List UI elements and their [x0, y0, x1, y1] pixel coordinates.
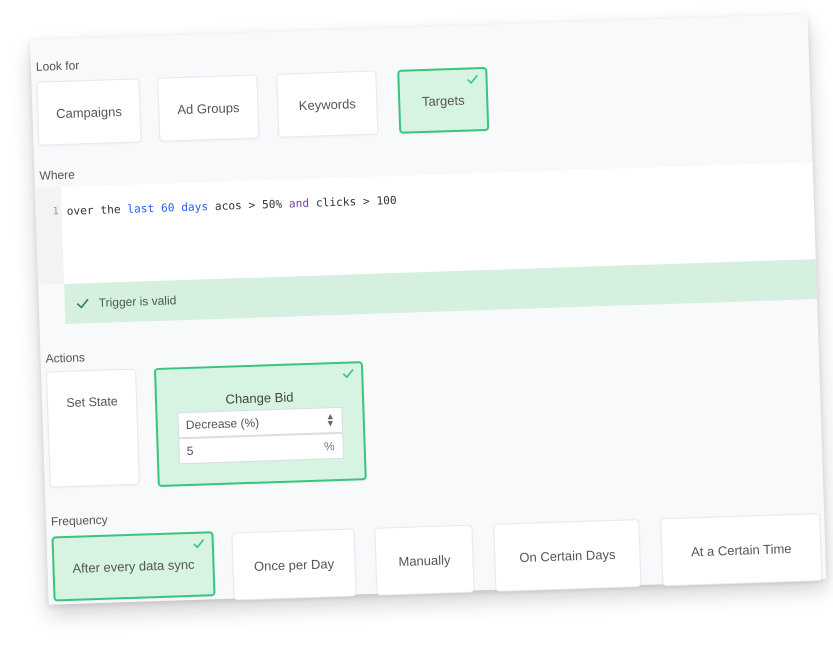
frequency-manually[interactable]: Manually: [374, 524, 475, 596]
validation-text: Trigger is valid: [98, 293, 177, 310]
automation-rule-panel: Look for Campaigns Ad Groups Keywords Ta…: [30, 14, 827, 605]
frequency-on-certain-days[interactable]: On Certain Days: [493, 519, 642, 592]
option-targets[interactable]: Targets: [397, 66, 490, 134]
option-keywords[interactable]: Keywords: [276, 70, 379, 138]
code-token-text: acos > 50%: [207, 197, 290, 214]
set-state-label: Set State: [66, 394, 118, 410]
frequency-once-per-day[interactable]: Once per Day: [231, 528, 357, 601]
select-arrows-icon: ▲ ▼: [325, 411, 336, 429]
option-keywords-label: Keywords: [298, 95, 357, 113]
bid-value: 5: [186, 443, 194, 459]
option-ad-groups-label: Ad Groups: [177, 99, 240, 117]
editor-gutter: 1: [34, 187, 65, 285]
change-bid-title: Change Bid: [225, 389, 294, 407]
trigger-code-line: over the last 60 days acos > 50% and cli…: [66, 194, 396, 218]
frequency-after-every-data-sync[interactable]: After every data sync: [51, 531, 216, 602]
check-icon: [466, 73, 478, 85]
frequency-label: Frequency: [50, 512, 108, 529]
look-for-label: Look for: [35, 58, 80, 74]
bid-unit: %: [323, 439, 335, 454]
code-token-text: clicks > 100: [308, 193, 397, 210]
where-label: Where: [39, 167, 76, 183]
check-icon: [342, 367, 354, 379]
frequency-option-label: At a Certain Time: [690, 540, 792, 559]
code-token-keyword: days: [180, 200, 209, 215]
bid-value-input[interactable]: 5 %: [178, 432, 345, 465]
frequency-option-label: On Certain Days: [519, 546, 616, 565]
code-token-number: 60: [160, 201, 175, 215]
code-token-operator: and: [288, 196, 310, 211]
option-campaigns-label: Campaigns: [55, 103, 123, 121]
option-ad-groups[interactable]: Ad Groups: [157, 74, 260, 142]
option-targets-label: Targets: [421, 92, 465, 109]
code-token-text: over the: [66, 202, 128, 218]
line-number: 1: [52, 206, 59, 218]
check-icon: [193, 537, 205, 549]
frequency-at-a-certain-time[interactable]: At a Certain Time: [660, 513, 823, 587]
action-change-bid[interactable]: Change Bid Decrease (%) ▲ ▼ 5 %: [153, 361, 367, 488]
actions-label: Actions: [45, 350, 86, 366]
option-campaigns[interactable]: Campaigns: [36, 78, 142, 146]
frequency-option-label: After every data sync: [72, 556, 195, 576]
frequency-option-label: Once per Day: [253, 555, 335, 574]
action-set-state[interactable]: Set State: [46, 368, 140, 488]
check-icon: [76, 296, 90, 310]
code-token-keyword: last: [127, 201, 155, 216]
bid-mode-selected: Decrease (%): [185, 415, 260, 433]
frequency-option-label: Manually: [398, 551, 451, 569]
